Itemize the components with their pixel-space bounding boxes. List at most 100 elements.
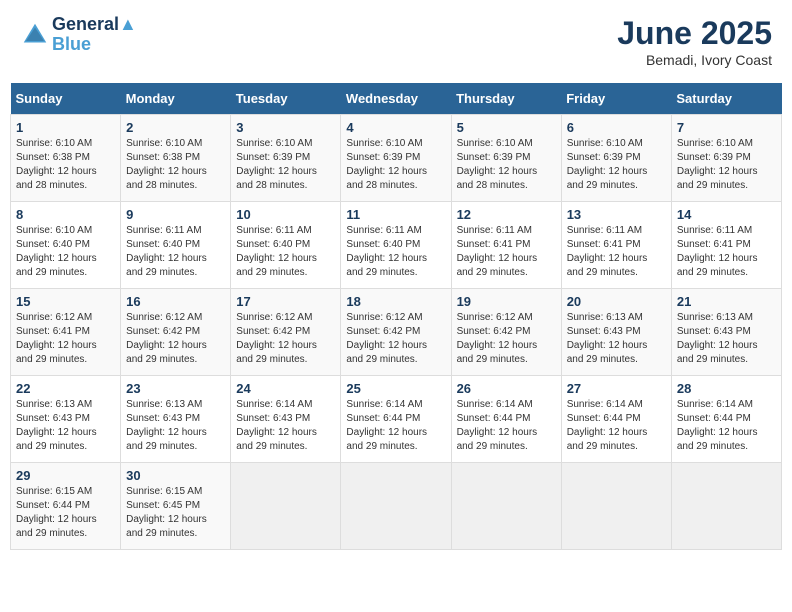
day-number: 25: [346, 381, 445, 396]
day-number: 28: [677, 381, 776, 396]
calendar-cell: 14 Sunrise: 6:11 AM Sunset: 6:41 PM Dayl…: [671, 202, 781, 289]
day-number: 18: [346, 294, 445, 309]
weekday-header-friday: Friday: [561, 83, 671, 115]
day-number: 21: [677, 294, 776, 309]
calendar-cell: 16 Sunrise: 6:12 AM Sunset: 6:42 PM Dayl…: [121, 289, 231, 376]
calendar-cell: 29 Sunrise: 6:15 AM Sunset: 6:44 PM Dayl…: [11, 463, 121, 550]
day-info: Sunrise: 6:14 AM Sunset: 6:44 PM Dayligh…: [567, 398, 666, 454]
day-info: Sunrise: 6:10 AM Sunset: 6:38 PM Dayligh…: [16, 137, 115, 193]
location: Bemadi, Ivory Coast: [617, 52, 772, 68]
day-number: 7: [677, 120, 776, 135]
day-info: Sunrise: 6:13 AM Sunset: 6:43 PM Dayligh…: [126, 398, 225, 454]
day-info: Sunrise: 6:14 AM Sunset: 6:44 PM Dayligh…: [346, 398, 445, 454]
day-info: Sunrise: 6:11 AM Sunset: 6:40 PM Dayligh…: [126, 224, 225, 280]
calendar-cell: 9 Sunrise: 6:11 AM Sunset: 6:40 PM Dayli…: [121, 202, 231, 289]
day-info: Sunrise: 6:11 AM Sunset: 6:41 PM Dayligh…: [457, 224, 556, 280]
calendar-cell: [231, 463, 341, 550]
weekday-header-sunday: Sunday: [11, 83, 121, 115]
day-info: Sunrise: 6:11 AM Sunset: 6:40 PM Dayligh…: [236, 224, 335, 280]
calendar-cell: 25 Sunrise: 6:14 AM Sunset: 6:44 PM Dayl…: [341, 376, 451, 463]
day-info: Sunrise: 6:10 AM Sunset: 6:39 PM Dayligh…: [457, 137, 556, 193]
calendar-cell: 28 Sunrise: 6:14 AM Sunset: 6:44 PM Dayl…: [671, 376, 781, 463]
calendar-cell: [671, 463, 781, 550]
day-info: Sunrise: 6:14 AM Sunset: 6:43 PM Dayligh…: [236, 398, 335, 454]
logo-icon: [20, 20, 50, 50]
day-info: Sunrise: 6:12 AM Sunset: 6:42 PM Dayligh…: [126, 311, 225, 367]
calendar-cell: 13 Sunrise: 6:11 AM Sunset: 6:41 PM Dayl…: [561, 202, 671, 289]
calendar-cell: 6 Sunrise: 6:10 AM Sunset: 6:39 PM Dayli…: [561, 115, 671, 202]
calendar-cell: 26 Sunrise: 6:14 AM Sunset: 6:44 PM Dayl…: [451, 376, 561, 463]
logo: General▲ Blue: [20, 15, 137, 55]
day-info: Sunrise: 6:14 AM Sunset: 6:44 PM Dayligh…: [677, 398, 776, 454]
day-number: 16: [126, 294, 225, 309]
day-number: 20: [567, 294, 666, 309]
calendar-cell: 30 Sunrise: 6:15 AM Sunset: 6:45 PM Dayl…: [121, 463, 231, 550]
calendar-cell: 20 Sunrise: 6:13 AM Sunset: 6:43 PM Dayl…: [561, 289, 671, 376]
calendar-cell: 12 Sunrise: 6:11 AM Sunset: 6:41 PM Dayl…: [451, 202, 561, 289]
day-info: Sunrise: 6:15 AM Sunset: 6:45 PM Dayligh…: [126, 485, 225, 541]
day-number: 14: [677, 207, 776, 222]
day-info: Sunrise: 6:15 AM Sunset: 6:44 PM Dayligh…: [16, 485, 115, 541]
day-number: 23: [126, 381, 225, 396]
weekday-header-thursday: Thursday: [451, 83, 561, 115]
day-number: 3: [236, 120, 335, 135]
calendar-cell: 7 Sunrise: 6:10 AM Sunset: 6:39 PM Dayli…: [671, 115, 781, 202]
day-number: 29: [16, 468, 115, 483]
calendar-cell: 8 Sunrise: 6:10 AM Sunset: 6:40 PM Dayli…: [11, 202, 121, 289]
logo-text: General▲ Blue: [52, 15, 137, 55]
title-block: June 2025 Bemadi, Ivory Coast: [617, 15, 772, 68]
day-number: 13: [567, 207, 666, 222]
calendar-cell: 15 Sunrise: 6:12 AM Sunset: 6:41 PM Dayl…: [11, 289, 121, 376]
day-info: Sunrise: 6:12 AM Sunset: 6:42 PM Dayligh…: [457, 311, 556, 367]
weekday-header-saturday: Saturday: [671, 83, 781, 115]
day-info: Sunrise: 6:13 AM Sunset: 6:43 PM Dayligh…: [16, 398, 115, 454]
day-number: 17: [236, 294, 335, 309]
day-number: 24: [236, 381, 335, 396]
day-number: 12: [457, 207, 556, 222]
day-number: 22: [16, 381, 115, 396]
calendar-cell: [451, 463, 561, 550]
week-row-1: 1 Sunrise: 6:10 AM Sunset: 6:38 PM Dayli…: [11, 115, 782, 202]
calendar-cell: 23 Sunrise: 6:13 AM Sunset: 6:43 PM Dayl…: [121, 376, 231, 463]
calendar-cell: 21 Sunrise: 6:13 AM Sunset: 6:43 PM Dayl…: [671, 289, 781, 376]
day-number: 27: [567, 381, 666, 396]
calendar-cell: 18 Sunrise: 6:12 AM Sunset: 6:42 PM Dayl…: [341, 289, 451, 376]
calendar-cell: 5 Sunrise: 6:10 AM Sunset: 6:39 PM Dayli…: [451, 115, 561, 202]
day-number: 10: [236, 207, 335, 222]
day-info: Sunrise: 6:11 AM Sunset: 6:41 PM Dayligh…: [677, 224, 776, 280]
week-row-5: 29 Sunrise: 6:15 AM Sunset: 6:44 PM Dayl…: [11, 463, 782, 550]
calendar-cell: 1 Sunrise: 6:10 AM Sunset: 6:38 PM Dayli…: [11, 115, 121, 202]
day-info: Sunrise: 6:10 AM Sunset: 6:40 PM Dayligh…: [16, 224, 115, 280]
day-info: Sunrise: 6:11 AM Sunset: 6:40 PM Dayligh…: [346, 224, 445, 280]
week-row-3: 15 Sunrise: 6:12 AM Sunset: 6:41 PM Dayl…: [11, 289, 782, 376]
day-number: 30: [126, 468, 225, 483]
weekday-header-monday: Monday: [121, 83, 231, 115]
day-number: 1: [16, 120, 115, 135]
day-info: Sunrise: 6:13 AM Sunset: 6:43 PM Dayligh…: [677, 311, 776, 367]
calendar-cell: 24 Sunrise: 6:14 AM Sunset: 6:43 PM Dayl…: [231, 376, 341, 463]
day-number: 19: [457, 294, 556, 309]
day-number: 5: [457, 120, 556, 135]
day-info: Sunrise: 6:14 AM Sunset: 6:44 PM Dayligh…: [457, 398, 556, 454]
day-number: 8: [16, 207, 115, 222]
calendar-cell: 11 Sunrise: 6:11 AM Sunset: 6:40 PM Dayl…: [341, 202, 451, 289]
calendar-cell: 4 Sunrise: 6:10 AM Sunset: 6:39 PM Dayli…: [341, 115, 451, 202]
day-number: 26: [457, 381, 556, 396]
day-info: Sunrise: 6:12 AM Sunset: 6:42 PM Dayligh…: [346, 311, 445, 367]
day-info: Sunrise: 6:10 AM Sunset: 6:38 PM Dayligh…: [126, 137, 225, 193]
day-info: Sunrise: 6:12 AM Sunset: 6:42 PM Dayligh…: [236, 311, 335, 367]
day-info: Sunrise: 6:11 AM Sunset: 6:41 PM Dayligh…: [567, 224, 666, 280]
day-info: Sunrise: 6:10 AM Sunset: 6:39 PM Dayligh…: [677, 137, 776, 193]
day-info: Sunrise: 6:10 AM Sunset: 6:39 PM Dayligh…: [236, 137, 335, 193]
week-row-4: 22 Sunrise: 6:13 AM Sunset: 6:43 PM Dayl…: [11, 376, 782, 463]
week-row-2: 8 Sunrise: 6:10 AM Sunset: 6:40 PM Dayli…: [11, 202, 782, 289]
day-info: Sunrise: 6:10 AM Sunset: 6:39 PM Dayligh…: [567, 137, 666, 193]
day-info: Sunrise: 6:13 AM Sunset: 6:43 PM Dayligh…: [567, 311, 666, 367]
calendar-cell: [341, 463, 451, 550]
calendar-table: SundayMondayTuesdayWednesdayThursdayFrid…: [10, 83, 782, 550]
day-number: 4: [346, 120, 445, 135]
day-number: 6: [567, 120, 666, 135]
day-info: Sunrise: 6:10 AM Sunset: 6:39 PM Dayligh…: [346, 137, 445, 193]
calendar-cell: [561, 463, 671, 550]
calendar-cell: 19 Sunrise: 6:12 AM Sunset: 6:42 PM Dayl…: [451, 289, 561, 376]
